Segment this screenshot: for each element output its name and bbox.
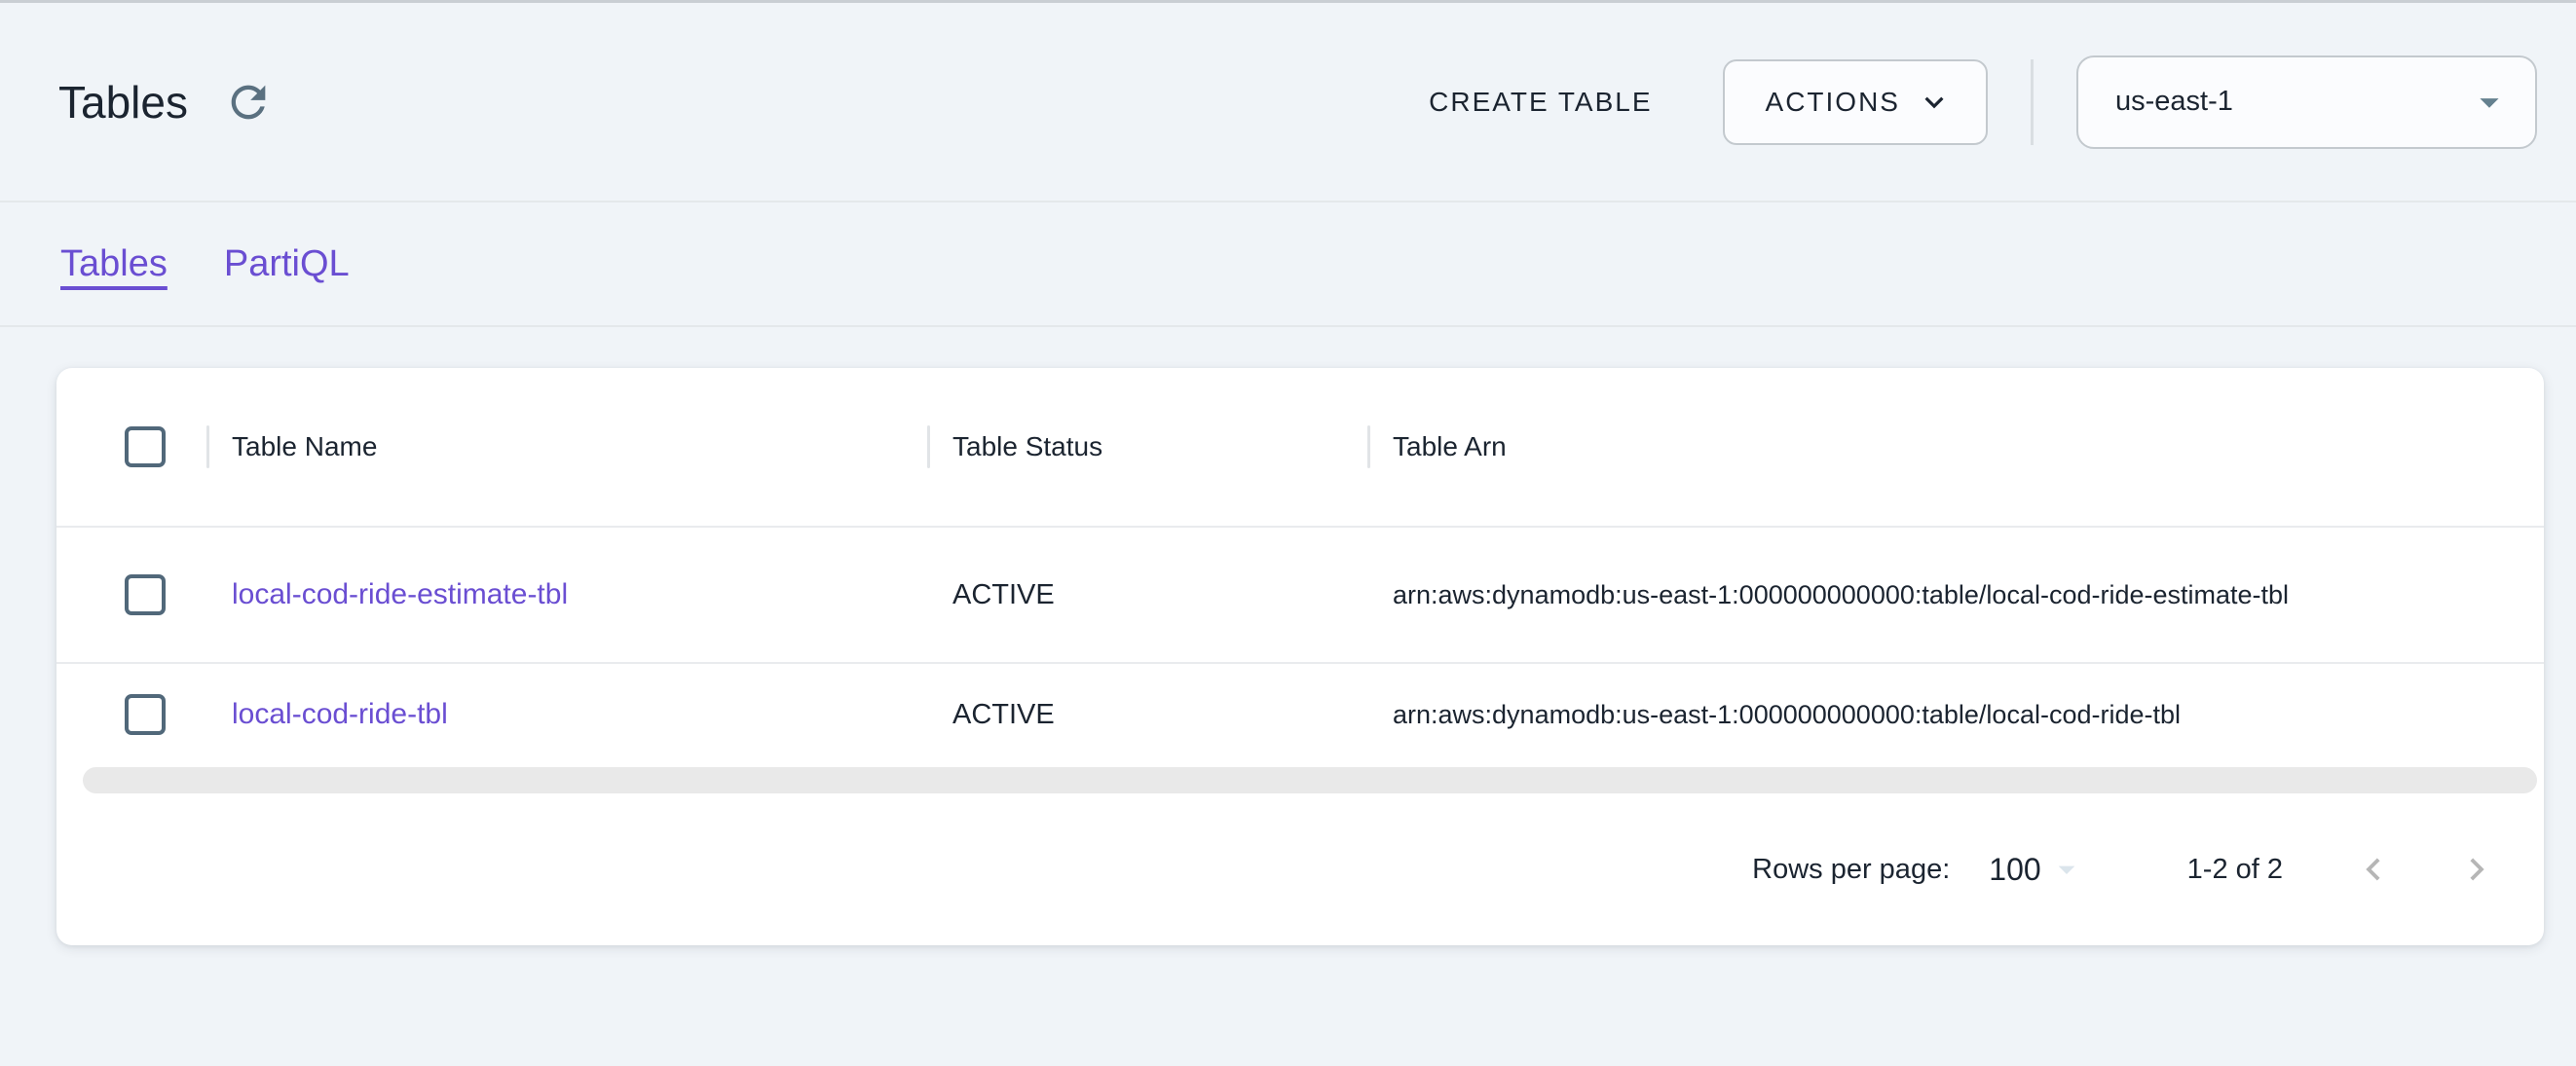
table-header-row: Table Name Table Status Table Arn: [56, 368, 2544, 526]
content-area: Table Name Table Status Table Arn local-…: [0, 327, 2576, 945]
table-arn-cell: arn:aws:dynamodb:us-east-1:000000000000:…: [1368, 700, 2544, 730]
rows-per-page-select[interactable]: 100: [1989, 850, 2085, 889]
tabs-bar: Tables PartiQL: [0, 202, 2576, 327]
table-status-cell: ACTIVE: [928, 699, 1368, 731]
select-all-checkbox[interactable]: [125, 426, 166, 467]
previous-page-button[interactable]: [2351, 847, 2396, 892]
row-checkbox[interactable]: [125, 694, 166, 735]
table-arn-cell: arn:aws:dynamodb:us-east-1:000000000000:…: [1368, 580, 2544, 610]
table-name-cell: local-cod-ride-tbl: [207, 698, 928, 731]
pagination-range-label: 1-2 of 2: [2187, 854, 2283, 886]
region-select[interactable]: us-east-1: [2076, 55, 2537, 149]
column-header-table-name: Table Name: [207, 431, 928, 462]
column-header-table-arn: Table Arn: [1368, 431, 2544, 462]
chevron-down-icon: [1916, 84, 1953, 121]
next-page-button[interactable]: [2454, 847, 2499, 892]
top-bar: Tables CREATE TABLE ACTIONS us-east-1: [0, 3, 2576, 202]
region-select-value: us-east-1: [2115, 86, 2233, 118]
table-status-cell: ACTIVE: [928, 579, 1368, 611]
rows-per-page-label: Rows per page:: [1752, 854, 1950, 886]
chevron-right-icon: [2454, 847, 2499, 892]
row-checkbox-cell: [56, 694, 207, 736]
tables-card: Table Name Table Status Table Arn local-…: [56, 368, 2544, 945]
page: Tables CREATE TABLE ACTIONS us-east-1 Ta…: [0, 0, 2576, 1066]
table-name-link[interactable]: local-cod-ride-tbl: [232, 698, 448, 730]
table-row: local-cod-ride-tbl ACTIVE arn:aws:dynamo…: [56, 662, 2544, 765]
horizontal-scrollbar[interactable]: [83, 767, 2537, 793]
pagination-footer: Rows per page: 100 1-2 of 2: [56, 793, 2544, 945]
row-checkbox[interactable]: [125, 574, 166, 615]
table-name-link[interactable]: local-cod-ride-estimate-tbl: [232, 578, 568, 610]
table-row: local-cod-ride-estimate-tbl ACTIVE arn:a…: [56, 526, 2544, 662]
tab-tables[interactable]: Tables: [60, 243, 168, 285]
actions-button[interactable]: ACTIONS: [1723, 59, 1988, 145]
create-table-button[interactable]: CREATE TABLE: [1419, 69, 1661, 135]
tab-partiql[interactable]: PartiQL: [224, 243, 350, 285]
table-name-cell: local-cod-ride-estimate-tbl: [207, 578, 928, 611]
refresh-icon: [223, 77, 274, 128]
page-title: Tables: [58, 76, 188, 129]
rows-per-page-value: 100: [1989, 852, 2040, 888]
select-all-cell: [56, 426, 207, 468]
column-header-table-status: Table Status: [928, 431, 1368, 462]
vertical-divider: [2031, 59, 2034, 145]
dropdown-arrow-icon: [2467, 80, 2512, 125]
actions-button-label: ACTIONS: [1766, 87, 1900, 118]
dropdown-arrow-icon: [2047, 850, 2086, 889]
row-checkbox-cell: [56, 574, 207, 616]
refresh-button[interactable]: [221, 75, 276, 129]
chevron-left-icon: [2351, 847, 2396, 892]
